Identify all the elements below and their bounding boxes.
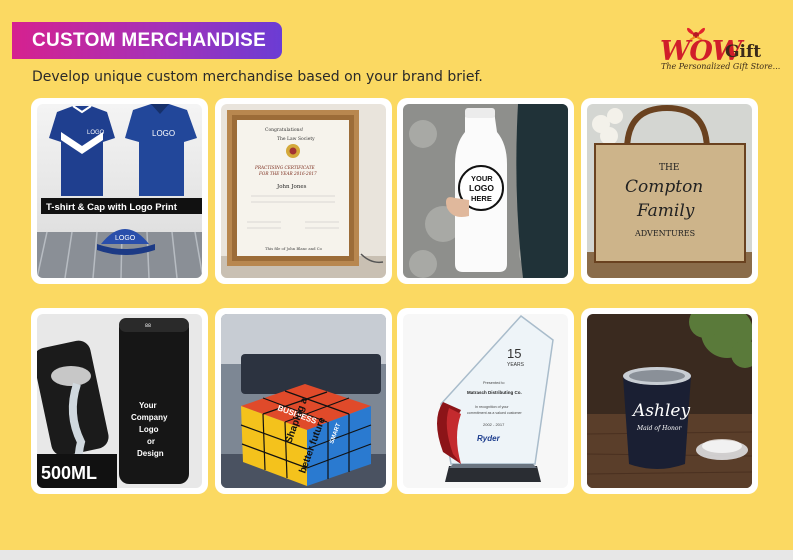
award-recognition: In recognition of your — [475, 405, 509, 409]
cap-logo-text: LOGO — [115, 235, 136, 242]
award-number: 15 — [507, 346, 521, 361]
flask-label-1: Your — [139, 401, 157, 410]
chest-logo-text: LOGO — [87, 130, 105, 136]
product-card-flask[interactable]: 88 Your Company Logo or Design 500ML — [31, 308, 208, 494]
flask-label-5: Design — [137, 449, 164, 458]
bottle-badge-3: HERE — [471, 194, 492, 203]
product-card-tshirt-cap[interactable]: LOGO LOGO T-shirt & Cap with Logo Print … — [31, 98, 208, 284]
product-card-cube[interactable]: BUSINESS Shaping a better future SMART — [215, 308, 392, 494]
tote-line-4: ADVENTURES — [634, 229, 695, 238]
product-card-tote[interactable]: THE Compton Family ADVENTURES — [581, 98, 758, 284]
award-presented: Presented to — [483, 381, 505, 385]
cert-society: The Law Society — [277, 136, 315, 142]
cert-heading-2: FOR THE YEAR 2016-2017 — [258, 171, 317, 176]
certificate-frame-image: Congratulations! The Law Society PRACTIS… — [221, 104, 386, 278]
brand-tagline: The Personalized Gift Store... — [661, 62, 781, 71]
product-card-award[interactable]: 15 YEARS Presented to Matrasch Distribut… — [397, 308, 574, 494]
flask-volume: 500ML — [41, 463, 97, 483]
award-image: 15 YEARS Presented to Matrasch Distribut… — [403, 314, 568, 488]
cert-top-text: Congratulations! — [265, 127, 304, 133]
cert-footer: This file of John Blanc and Co — [265, 246, 323, 251]
award-years: YEARS — [507, 362, 525, 368]
bottom-strip — [0, 550, 793, 560]
cert-heading-1: PRACTISING CERTIFICATE — [254, 165, 315, 170]
brand-gift: Gift — [725, 42, 762, 62]
product-card-bottle[interactable]: YOUR LOGO HERE — [397, 98, 574, 284]
award-recognition-2: commitment as a valued customer — [467, 411, 523, 415]
award-dates: 2002 - 2017 — [483, 422, 505, 427]
tshirt-cap-image: LOGO LOGO T-shirt & Cap with Logo Print … — [37, 104, 202, 278]
tote-line-2: Compton — [625, 177, 703, 197]
tumbler-name: Ashley — [631, 401, 690, 421]
flask-image: 88 Your Company Logo or Design 500ML — [37, 314, 202, 488]
brand-logo[interactable]: WOW Gift The Personalized Gift Store... — [655, 18, 780, 74]
tote-line-1: THE — [659, 163, 679, 173]
bottle-badge-1: YOUR — [471, 174, 493, 183]
flask-label-3: Logo — [139, 425, 159, 434]
award-company: Matrasch Distributing Co. — [467, 390, 522, 395]
flask-label-2: Company — [131, 413, 168, 422]
product-card-certificate[interactable]: Congratulations! The Law Society PRACTIS… — [215, 98, 392, 284]
tshirt-caption: T-shirt & Cap with Logo Print — [46, 202, 178, 213]
cube-image: BUSINESS Shaping a better future SMART — [221, 314, 386, 488]
tumbler-role: Maid of Honor — [636, 425, 682, 432]
bottle-image: YOUR LOGO HERE — [403, 104, 568, 278]
tumbler-image: Ashley Maid of Honor — [587, 314, 752, 488]
flask-label-4: or — [147, 437, 155, 446]
award-brand: Ryder — [477, 434, 501, 443]
bottle-badge-2: LOGO — [469, 183, 494, 193]
tote-bag-image: THE Compton Family ADVENTURES — [587, 104, 752, 278]
shirt-logo-text: LOGO — [152, 129, 175, 138]
page-subtitle: Develop unique custom merchandise based … — [32, 69, 483, 85]
tote-line-3: Family — [636, 201, 695, 221]
title-banner: CUSTOM MERCHANDISE — [12, 22, 282, 59]
product-card-tumbler[interactable]: Ashley Maid of Honor — [581, 308, 758, 494]
svg-text:88: 88 — [145, 323, 151, 329]
page-title: CUSTOM MERCHANDISE — [32, 29, 267, 51]
cert-name: John Jones — [276, 184, 307, 190]
